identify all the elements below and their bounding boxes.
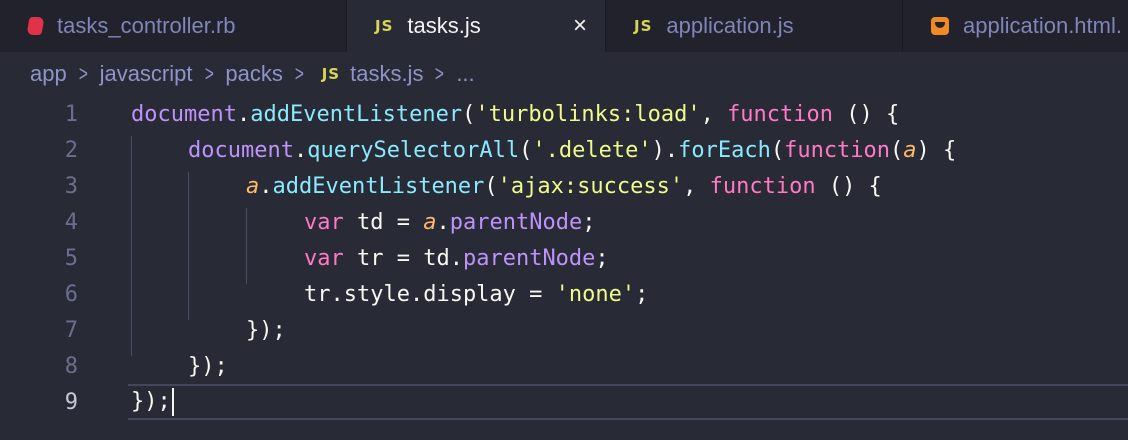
chevron-right-icon: >: [294, 61, 304, 86]
breadcrumb-item-file[interactable]: tasks.js: [350, 61, 423, 87]
code-text: document.addEventListener('turbolinks:lo…: [131, 102, 899, 127]
token: 'turbolinks:load': [475, 101, 701, 127]
code-line[interactable]: 7 });: [0, 312, 1128, 348]
code-text: });: [246, 318, 286, 343]
token: var: [304, 245, 344, 271]
token: });: [246, 317, 286, 343]
code-text: a.addEventListener('ajax:success', funct…: [246, 174, 882, 199]
code-line[interactable]: 8 });: [0, 348, 1128, 384]
line-number: 9: [64, 389, 78, 415]
token: querySelectorAll: [307, 137, 520, 163]
js-file-icon: JS: [321, 65, 341, 83]
token: a: [423, 209, 437, 235]
code-line-active[interactable]: 9 });: [0, 384, 1128, 420]
tab-label: application.html.: [963, 13, 1122, 38]
line-number: 2: [64, 137, 78, 163]
token: .: [236, 101, 251, 127]
line-number: 7: [64, 317, 78, 343]
token: ,: [683, 173, 710, 199]
code-text: var tr = td.parentNode;: [304, 246, 609, 271]
code-editor[interactable]: 1 document.addEventListener('turbolinks:…: [0, 96, 1128, 440]
code-line[interactable]: 4 var td = a.parentNode;: [0, 204, 1128, 240]
code-text: document.querySelectorAll('.delete').for…: [188, 138, 956, 163]
token: .: [259, 173, 273, 199]
text-cursor: [171, 388, 174, 416]
token: var: [304, 209, 344, 235]
breadcrumb-item-symbols[interactable]: ...: [456, 61, 474, 87]
token: ).: [651, 137, 679, 163]
chevron-right-icon: >: [435, 61, 445, 86]
tab-label: tasks_controller.rb: [57, 13, 236, 38]
chevron-right-icon: >: [204, 61, 214, 86]
tab-label: application.js: [666, 13, 794, 38]
line-number: 4: [64, 209, 78, 235]
token: (: [484, 173, 498, 199]
token: (: [519, 137, 533, 163]
code-line[interactable]: 1 document.addEventListener('turbolinks:…: [0, 96, 1128, 132]
code-line[interactable]: 2 document.querySelectorAll('.delete').f…: [0, 132, 1128, 168]
js-file-icon: JS: [375, 17, 394, 35]
token: forEach: [678, 137, 771, 163]
token: a: [246, 173, 260, 199]
line-number: 3: [64, 173, 78, 199]
token: document: [188, 137, 294, 163]
token: 'none': [555, 281, 636, 307]
code-text: tr.style.display = 'none';: [304, 282, 648, 307]
token: ,: [700, 101, 728, 127]
tab-tasks-controller[interactable]: tasks_controller.rb: [0, 0, 347, 52]
breadcrumb-item-javascript[interactable]: javascript: [100, 61, 193, 87]
breadcrumb-item-app[interactable]: app: [30, 61, 67, 87]
code-text: });: [131, 388, 174, 416]
token: ;: [635, 281, 649, 307]
breadcrumb-item-packs[interactable]: packs: [225, 61, 282, 87]
line-number: 5: [64, 245, 78, 271]
editor-tab-bar: tasks_controller.rb JS tasks.js × JS app…: [0, 0, 1128, 52]
html-file-icon: [931, 17, 949, 35]
token: ) {: [916, 137, 957, 163]
token: .: [293, 137, 308, 163]
token: ;: [595, 245, 609, 271]
tab-application-html[interactable]: application.html.: [903, 0, 1128, 52]
token: document: [131, 101, 237, 127]
token: (: [462, 101, 476, 127]
token: .: [436, 209, 450, 235]
code-line[interactable]: 6 tr.style.display = 'none';: [0, 276, 1128, 312]
close-icon[interactable]: ×: [573, 14, 587, 38]
token: parentNode: [462, 245, 596, 271]
code-text: });: [188, 354, 228, 379]
ruby-file-icon: [26, 17, 45, 35]
token: addEventListener: [272, 173, 485, 199]
token: (: [890, 137, 904, 163]
token: () {: [833, 101, 900, 127]
token: '.delete': [532, 137, 652, 163]
line-number: 6: [64, 281, 78, 307]
tab-tasks-js[interactable]: JS tasks.js ×: [347, 0, 606, 52]
token: function: [727, 101, 834, 127]
token: tr = td.: [343, 245, 463, 271]
token: parentNode: [449, 209, 583, 235]
token: 'ajax:success': [497, 173, 684, 199]
line-number: 8: [64, 353, 78, 379]
code-line[interactable]: 3 a.addEventListener('ajax:success', fun…: [0, 168, 1128, 204]
token: });: [131, 389, 171, 414]
code-line[interactable]: 5 var tr = td.parentNode;: [0, 240, 1128, 276]
token: });: [188, 353, 228, 379]
token: function: [709, 173, 816, 199]
token: addEventListener: [250, 101, 463, 127]
tab-label: tasks.js: [407, 13, 481, 38]
token: ;: [582, 209, 596, 235]
token: function: [784, 137, 891, 163]
token: td =: [343, 209, 424, 235]
tab-application-js[interactable]: JS application.js: [606, 0, 903, 52]
token: tr.style.display =: [304, 281, 556, 307]
code-text: var td = a.parentNode;: [304, 210, 595, 235]
breadcrumb: app > javascript > packs > JS tasks.js >…: [0, 52, 1128, 96]
token: a: [903, 137, 917, 163]
token: (: [770, 137, 785, 163]
chevron-right-icon: >: [78, 61, 88, 86]
token: () {: [815, 173, 882, 199]
line-number: 1: [64, 101, 78, 127]
js-file-icon: JS: [634, 17, 653, 35]
